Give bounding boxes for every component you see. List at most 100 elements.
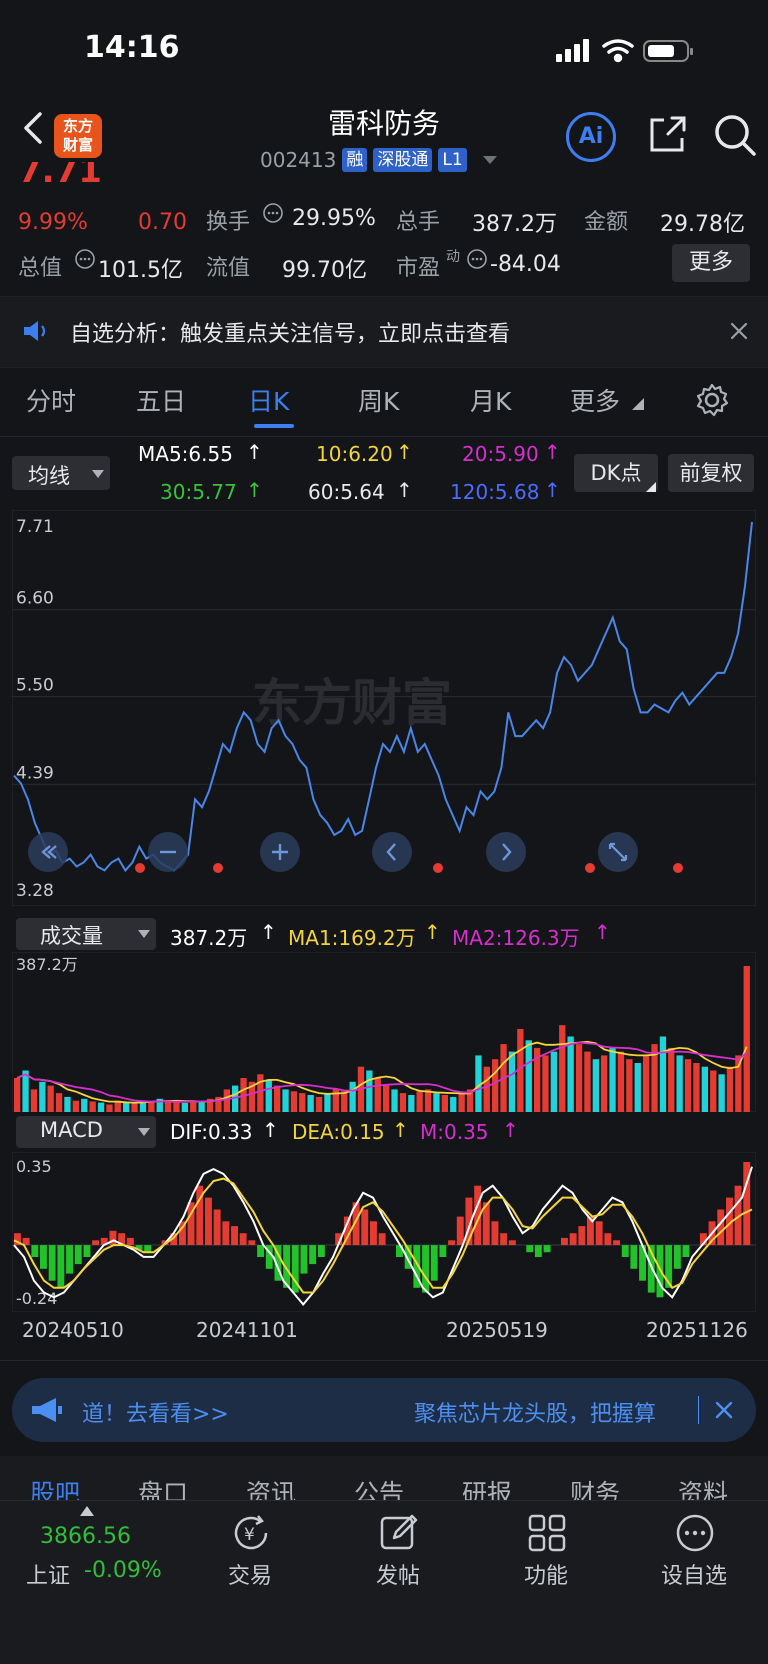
macd-bar <box>309 1245 317 1265</box>
turnover-value: 29.95% <box>292 206 376 231</box>
volume-bar <box>391 1089 398 1112</box>
macd-bar <box>126 1237 134 1245</box>
info-icon[interactable] <box>74 248 96 270</box>
x-tick-3: 20250519 <box>446 1318 548 1342</box>
volume-bar <box>399 1093 407 1112</box>
chevron-right-icon <box>486 832 526 872</box>
volume-bar <box>684 1059 692 1112</box>
volume-bar <box>726 1066 734 1112</box>
volume-current: 387.2万 <box>170 926 248 950</box>
ma20-arrow: ↑ <box>544 440 561 464</box>
more-button[interactable]: 更多 <box>672 244 750 282</box>
macd-bar <box>613 1240 620 1245</box>
gear-icon[interactable] <box>694 382 730 418</box>
volume-bar <box>735 1055 742 1112</box>
close-icon[interactable] <box>714 1400 734 1420</box>
nav-add-watch[interactable]: 设自选 <box>644 1558 744 1590</box>
caret-up-icon <box>80 1506 94 1516</box>
volume-bar <box>299 1093 306 1112</box>
ma30-value: 30:5.77 <box>160 480 237 504</box>
volume-bar <box>173 1102 180 1112</box>
macd-dif: DIF:0.33 <box>170 1120 253 1144</box>
macd-chart[interactable]: 0.35 -0.24 <box>12 1152 756 1312</box>
macd-bar <box>630 1245 638 1269</box>
adjust-button[interactable]: 前复权 <box>668 454 754 492</box>
volume-bar <box>433 1093 440 1112</box>
pe-value: -84.04 <box>490 252 561 277</box>
ai-button[interactable]: Ai <box>566 112 616 162</box>
fullscreen-icon <box>598 832 638 872</box>
volume-bar <box>710 1070 717 1112</box>
volume-bar <box>148 1101 155 1112</box>
volume-bar <box>89 1101 96 1112</box>
macd-bar <box>48 1245 56 1281</box>
search-icon[interactable] <box>712 112 758 158</box>
macd-bar <box>508 1240 516 1245</box>
nav-trade[interactable]: 交易 <box>200 1558 300 1590</box>
ma5-arrow: ↑ <box>246 440 263 464</box>
volume-bar <box>274 1085 281 1112</box>
volume-arrow: ↑ <box>260 920 277 944</box>
promo-right-text[interactable]: 聚焦芯片龙头股，把握算 <box>414 1396 656 1428</box>
volume-bar <box>81 1098 88 1112</box>
volume-bar <box>366 1070 373 1112</box>
macd-bar <box>422 1245 429 1293</box>
macd-bar <box>500 1233 508 1246</box>
tab-five-day[interactable]: 五日 <box>136 382 186 418</box>
macd-bar <box>621 1245 629 1257</box>
info-icon[interactable] <box>466 248 488 270</box>
trade-icon[interactable]: ¥ <box>230 1512 272 1554</box>
share-icon[interactable] <box>646 114 688 156</box>
status-time: 14:16 <box>84 30 180 65</box>
zoom-in-icon <box>260 832 300 872</box>
ma-selector-label: 均线 <box>28 464 70 488</box>
volume-bar <box>374 1078 381 1112</box>
more-dots-icon[interactable] <box>674 1512 716 1554</box>
index-value[interactable]: 3866.56 <box>40 1524 131 1549</box>
tab-more[interactable]: 更多 <box>570 382 620 418</box>
promo-left-text[interactable]: 道！去看看>> <box>82 1396 229 1428</box>
macd-bar <box>231 1226 238 1246</box>
mktcap-value: 101.5亿 <box>98 258 183 283</box>
compose-icon[interactable] <box>378 1512 420 1554</box>
chevron-down-icon <box>138 1128 150 1136</box>
macd-bar <box>31 1245 39 1257</box>
tab-monthly-k[interactable]: 月K <box>470 382 511 418</box>
macd-bar <box>456 1216 464 1246</box>
nav-functions[interactable]: 功能 <box>496 1558 596 1590</box>
volume-bar <box>97 1102 105 1112</box>
volume-bar <box>265 1079 272 1112</box>
volume-bar <box>718 1074 725 1112</box>
grid-icon[interactable] <box>526 1512 568 1554</box>
macd-bar <box>491 1221 499 1245</box>
macd-bar <box>569 1233 577 1246</box>
tab-weekly-k[interactable]: 周K <box>358 382 399 418</box>
index-change: -0.09% <box>84 1558 162 1583</box>
promo-divider <box>698 1396 699 1424</box>
macd-bar <box>378 1233 386 1246</box>
volume-bar <box>508 1051 516 1112</box>
volume-chart[interactable]: 387.2万 <box>12 952 756 1112</box>
price-y-tick: 7.71 <box>16 517 54 537</box>
wifi-icon <box>602 39 634 63</box>
macd-bar <box>92 1240 99 1245</box>
chevron-down-icon <box>92 470 104 478</box>
macd-y-tick: 0.35 <box>16 1157 52 1176</box>
tab-timeshare[interactable]: 分时 <box>26 382 76 418</box>
volume-bar <box>307 1095 314 1112</box>
volume-bar <box>341 1091 348 1112</box>
close-icon[interactable] <box>728 320 750 342</box>
signal-dot <box>213 863 223 873</box>
macd-bar <box>543 1245 551 1253</box>
tab-daily-k[interactable]: 日K <box>248 382 289 418</box>
volume-bar <box>290 1091 298 1112</box>
nav-post[interactable]: 发帖 <box>348 1558 448 1590</box>
macd-bar <box>83 1245 91 1257</box>
signal-dot <box>673 863 683 873</box>
macd-bar <box>205 1197 212 1246</box>
control-circle <box>486 832 526 872</box>
macd-bar <box>317 1245 325 1257</box>
info-icon[interactable] <box>262 202 284 224</box>
chevron-down-icon[interactable] <box>482 156 497 164</box>
price-chart[interactable]: 东方财富 7.71 6.60 5.50 4.39 3.28 <box>12 510 756 906</box>
